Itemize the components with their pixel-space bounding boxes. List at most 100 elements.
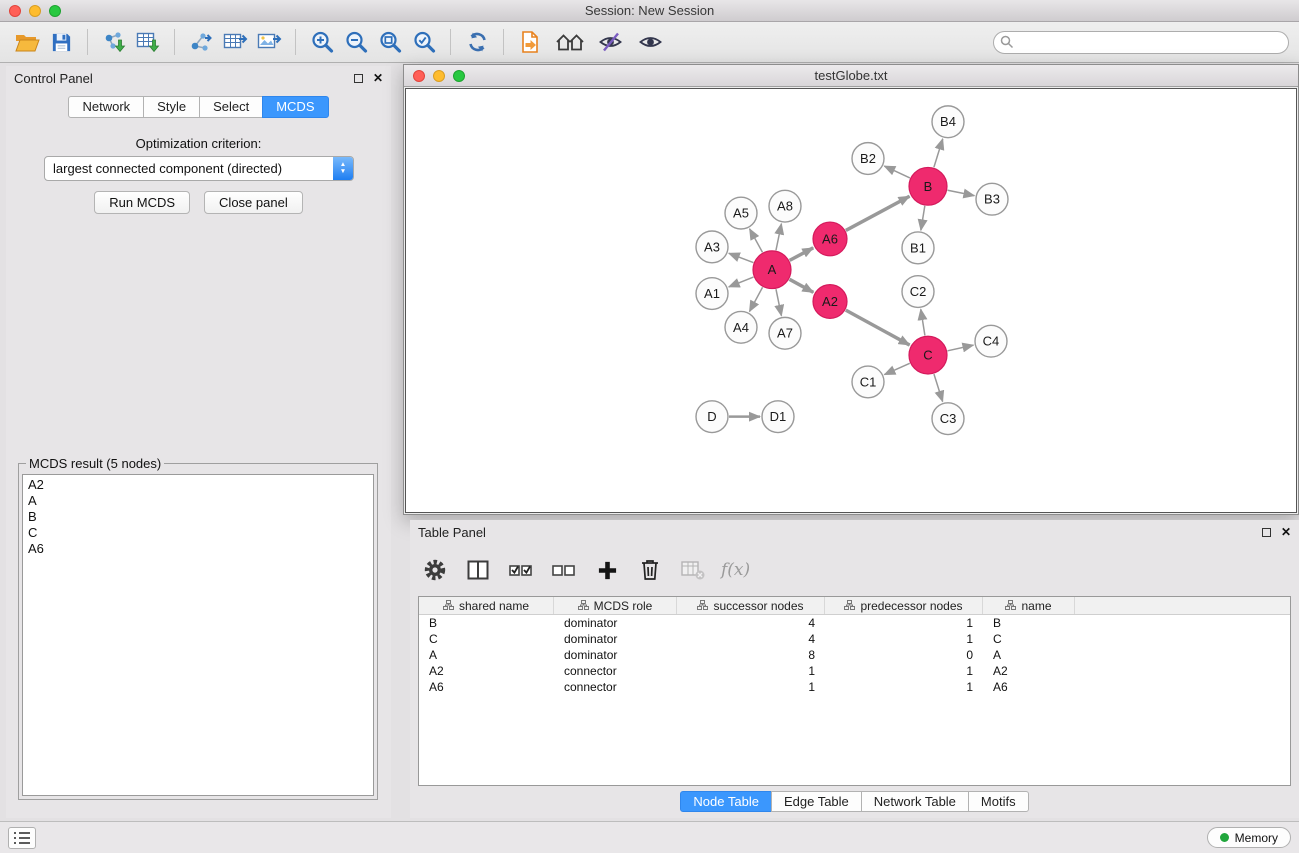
close-table-panel-icon[interactable]: ✕: [1281, 528, 1291, 537]
tab-edge-table[interactable]: Edge Table: [771, 791, 862, 812]
hide-selected-button[interactable]: [593, 26, 627, 58]
node-A1[interactable]: A1: [696, 278, 728, 310]
home-button[interactable]: [553, 26, 587, 58]
mcds-result-item[interactable]: C: [26, 525, 370, 541]
network-window-titlebar[interactable]: testGlobe.txt: [404, 65, 1298, 87]
zoom-selected-button[interactable]: [407, 26, 441, 58]
node-A4[interactable]: A4: [725, 311, 757, 343]
node-A6[interactable]: A6: [813, 222, 847, 256]
close-panel-icon[interactable]: ✕: [373, 74, 383, 83]
zoom-window-button[interactable]: [49, 5, 61, 17]
edge-A-A3[interactable]: [729, 253, 754, 262]
node-D1[interactable]: D1: [762, 401, 794, 433]
network-graph[interactable]: B4 B2 B B3 A5 A8 A6 A3 B1 A C2 A1 A2 A4 A7 C4 C C1 C3 D D1: [406, 89, 1296, 512]
criterion-dropdown[interactable]: largest connected component (directed) ▲…: [44, 156, 354, 181]
edge-C-C2[interactable]: [921, 309, 925, 335]
close-network-window-button[interactable]: [413, 70, 425, 82]
node-C[interactable]: C: [909, 336, 947, 374]
tab-network[interactable]: Network: [68, 96, 144, 118]
edge-B-B2[interactable]: [884, 166, 910, 178]
tab-style[interactable]: Style: [143, 96, 200, 118]
window-titlebar[interactable]: Session: New Session: [0, 0, 1299, 22]
save-session-button[interactable]: [44, 26, 78, 58]
edge-A-A4[interactable]: [749, 287, 762, 311]
table-row[interactable]: A2connector11A2: [419, 663, 1290, 679]
function-builder-button[interactable]: f(x): [721, 555, 750, 585]
close-window-button[interactable]: [9, 5, 21, 17]
edge-A2-C[interactable]: [846, 310, 910, 345]
column-header-successor-nodes[interactable]: successor nodes: [677, 597, 825, 614]
tab-motifs[interactable]: Motifs: [968, 791, 1029, 812]
edge-C-C4[interactable]: [948, 345, 974, 351]
run-mcds-button[interactable]: Run MCDS: [94, 191, 190, 214]
tab-mcds[interactable]: MCDS: [262, 96, 328, 118]
mcds-result-item[interactable]: A6: [26, 541, 370, 557]
node-C2[interactable]: C2: [902, 276, 934, 308]
column-header-MCDS-role[interactable]: MCDS role: [554, 597, 677, 614]
node-D[interactable]: D: [696, 401, 728, 433]
minimize-window-button[interactable]: [29, 5, 41, 17]
edge-B-B1[interactable]: [921, 206, 925, 230]
node-B[interactable]: B: [909, 167, 947, 205]
import-network-button[interactable]: [97, 26, 131, 58]
edge-A-A5[interactable]: [750, 229, 763, 252]
first-neighbors-button[interactable]: [513, 26, 547, 58]
edge-A-A8[interactable]: [776, 224, 781, 251]
node-A7[interactable]: A7: [769, 317, 801, 349]
edge-A-A2[interactable]: [790, 279, 814, 292]
close-panel-button[interactable]: Close panel: [204, 191, 303, 214]
add-column-button[interactable]: [592, 555, 622, 585]
node-B2[interactable]: B2: [852, 143, 884, 175]
import-table-button[interactable]: [131, 26, 165, 58]
node-C4[interactable]: C4: [975, 325, 1007, 357]
tab-node-table[interactable]: Node Table: [680, 791, 772, 812]
node-A[interactable]: A: [753, 251, 791, 289]
export-table-button[interactable]: [218, 26, 252, 58]
edge-B-B4[interactable]: [934, 139, 943, 167]
node-C3[interactable]: C3: [932, 403, 964, 435]
network-canvas[interactable]: B4 B2 B B3 A5 A8 A6 A3 B1 A C2 A1 A2 A4 A7 C4 C C1 C3 D D1: [405, 88, 1297, 513]
open-file-button[interactable]: [10, 26, 44, 58]
column-header-shared-name[interactable]: shared name: [419, 597, 554, 614]
select-all-button[interactable]: [506, 555, 536, 585]
export-network-button[interactable]: [184, 26, 218, 58]
task-history-button[interactable]: [8, 827, 36, 849]
column-header-name[interactable]: name: [983, 597, 1075, 614]
node-B3[interactable]: B3: [976, 183, 1008, 215]
mcds-result-list[interactable]: A2ABCA6: [22, 474, 374, 796]
table-row[interactable]: Cdominator41C: [419, 631, 1290, 647]
show-columns-button[interactable]: [463, 555, 493, 585]
node-A2[interactable]: A2: [813, 285, 847, 319]
edge-B-B3[interactable]: [948, 190, 975, 195]
table-row[interactable]: Adominator80A: [419, 647, 1290, 663]
deselect-all-button[interactable]: [549, 555, 579, 585]
minimize-network-window-button[interactable]: [433, 70, 445, 82]
table-row[interactable]: A6connector11A6: [419, 679, 1290, 695]
mcds-result-item[interactable]: A2: [26, 477, 370, 493]
delete-table-button[interactable]: [678, 555, 708, 585]
float-panel-icon[interactable]: [354, 74, 363, 83]
float-table-panel-icon[interactable]: [1262, 528, 1271, 537]
column-header-predecessor-nodes[interactable]: predecessor nodes: [825, 597, 983, 614]
tab-select[interactable]: Select: [199, 96, 263, 118]
node-B4[interactable]: B4: [932, 106, 964, 138]
edge-A-A6[interactable]: [790, 248, 814, 261]
delete-column-button[interactable]: [635, 555, 665, 585]
tab-network-table[interactable]: Network Table: [861, 791, 969, 812]
node-A3[interactable]: A3: [696, 231, 728, 263]
zoom-in-button[interactable]: [305, 26, 339, 58]
mcds-result-item[interactable]: B: [26, 509, 370, 525]
node-A8[interactable]: A8: [769, 190, 801, 222]
node-A5[interactable]: A5: [725, 197, 757, 229]
memory-button[interactable]: Memory: [1207, 827, 1291, 848]
edge-C-C3[interactable]: [934, 374, 943, 402]
node-B1[interactable]: B1: [902, 232, 934, 264]
refresh-button[interactable]: [460, 26, 494, 58]
edge-C-C1[interactable]: [884, 363, 909, 374]
zoom-network-window-button[interactable]: [453, 70, 465, 82]
edge-A6-B[interactable]: [846, 196, 910, 230]
node-C1[interactable]: C1: [852, 366, 884, 398]
edge-A-A7[interactable]: [776, 289, 781, 316]
edge-A-A1[interactable]: [729, 277, 754, 287]
zoom-out-button[interactable]: [339, 26, 373, 58]
